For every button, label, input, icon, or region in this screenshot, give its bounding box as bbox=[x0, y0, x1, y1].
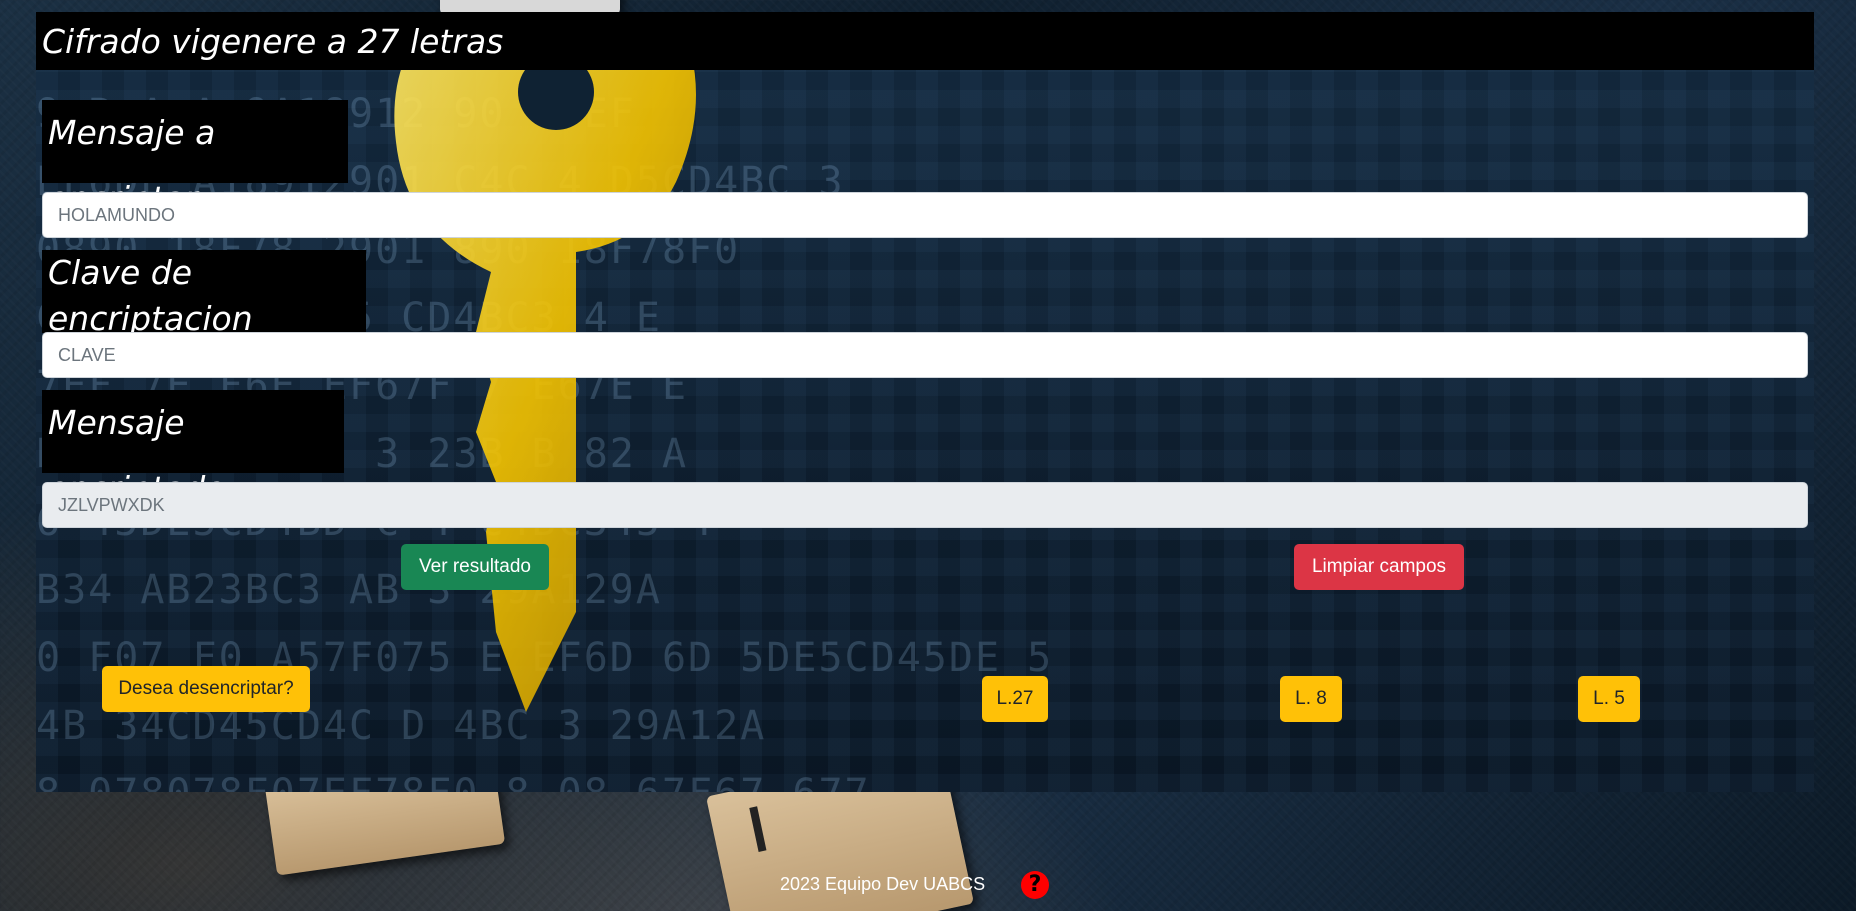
footer-text: 2023 Equipo Dev UABCS bbox=[780, 874, 986, 894]
page-title: Cifrado vigenere a 27 letras bbox=[42, 22, 504, 61]
decrypt-button[interactable]: Desea desencriptar? bbox=[102, 666, 310, 712]
key-input[interactable] bbox=[42, 332, 1808, 378]
title-bar: Cifrado vigenere a 27 letras bbox=[36, 12, 1814, 70]
show-result-button[interactable]: Ver resultado bbox=[401, 544, 549, 590]
message-input[interactable] bbox=[42, 192, 1808, 238]
mode-8-button[interactable]: L. 8 bbox=[1280, 676, 1342, 722]
clear-fields-button[interactable]: Limpiar campos bbox=[1294, 544, 1464, 590]
question-circle-icon[interactable]: ? bbox=[1021, 871, 1049, 899]
mode-27-button[interactable]: L.27 bbox=[982, 676, 1048, 722]
mode-5-button[interactable]: L. 5 bbox=[1578, 676, 1640, 722]
result-output[interactable] bbox=[42, 482, 1808, 528]
main-panel: 1901 907 8 80 F07 F078F6 F E 7E56D C 9 B… bbox=[36, 12, 1814, 792]
message-label: Mensaje a encriptar bbox=[42, 100, 348, 218]
key-label: Clave de encriptacion bbox=[42, 250, 366, 338]
tile-mark bbox=[749, 806, 767, 852]
result-label: Mensaje encriptado bbox=[42, 390, 344, 508]
